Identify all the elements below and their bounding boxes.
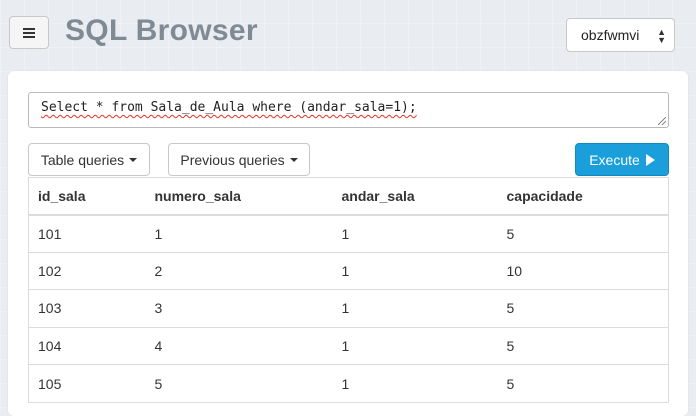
cell-id-sala: 104 xyxy=(28,326,146,365)
cell-andar-sala: 1 xyxy=(332,251,498,290)
cell-andar-sala: 1 xyxy=(332,326,498,365)
table-header-row: id_sala numero_sala andar_sala capacidad… xyxy=(28,177,669,216)
cell-numero-sala: 4 xyxy=(145,326,333,365)
caret-down-icon xyxy=(129,157,138,162)
cell-id-sala: 102 xyxy=(28,251,146,290)
cell-id-sala: 105 xyxy=(28,364,146,403)
menu-toggle-button[interactable] xyxy=(9,16,49,49)
table-row: 102 2 1 10 xyxy=(28,251,669,290)
cell-id-sala: 101 xyxy=(28,214,146,253)
caret-down-icon xyxy=(289,157,298,162)
query-text: Select * from Sala_de_Aula where (andar_… xyxy=(41,100,417,115)
table-row: 101 1 1 5 xyxy=(28,214,669,253)
cell-capacidade: 10 xyxy=(497,251,669,290)
table-row: 103 3 1 5 xyxy=(28,289,669,328)
results-table: id_sala numero_sala andar_sala capacidad… xyxy=(28,177,669,403)
execute-button[interactable]: Execute xyxy=(575,143,669,176)
cell-numero-sala: 1 xyxy=(145,214,333,253)
cell-numero-sala: 3 xyxy=(145,289,333,328)
cell-id-sala: 103 xyxy=(28,289,146,328)
database-select-value: obzfwmvi xyxy=(581,27,640,43)
table-row: 104 4 1 5 xyxy=(28,326,669,365)
column-header-numero-sala[interactable]: numero_sala xyxy=(145,177,333,216)
hamburger-icon xyxy=(23,27,35,38)
previous-queries-button[interactable]: Previous queries xyxy=(168,143,310,176)
cell-capacidade: 5 xyxy=(497,289,669,328)
page-title: SQL Browser xyxy=(65,14,258,47)
column-header-capacidade[interactable]: capacidade xyxy=(497,177,669,216)
execute-label: Execute xyxy=(589,151,640,168)
cell-capacidade: 5 xyxy=(497,326,669,365)
column-header-id-sala[interactable]: id_sala xyxy=(28,177,146,216)
cell-andar-sala: 1 xyxy=(332,214,498,253)
play-icon xyxy=(645,153,655,166)
database-select[interactable]: obzfwmvi ▲ ▼ xyxy=(566,18,675,52)
cell-numero-sala: 5 xyxy=(145,364,333,403)
table-queries-label: Table queries xyxy=(40,151,125,168)
table-queries-button[interactable]: Table queries xyxy=(28,143,150,176)
select-arrows-icon: ▲ ▼ xyxy=(657,27,666,45)
previous-queries-label: Previous queries xyxy=(180,151,285,168)
cell-capacidade: 5 xyxy=(497,214,669,253)
cell-andar-sala: 1 xyxy=(332,364,498,403)
cell-numero-sala: 2 xyxy=(145,251,333,290)
table-row: 105 5 1 5 xyxy=(28,364,669,403)
cell-andar-sala: 1 xyxy=(332,289,498,328)
column-header-andar-sala[interactable]: andar_sala xyxy=(332,177,498,216)
query-input[interactable]: Select * from Sala_de_Aula where (andar_… xyxy=(28,92,669,128)
resize-handle-icon[interactable] xyxy=(658,117,666,125)
cell-capacidade: 5 xyxy=(497,364,669,403)
